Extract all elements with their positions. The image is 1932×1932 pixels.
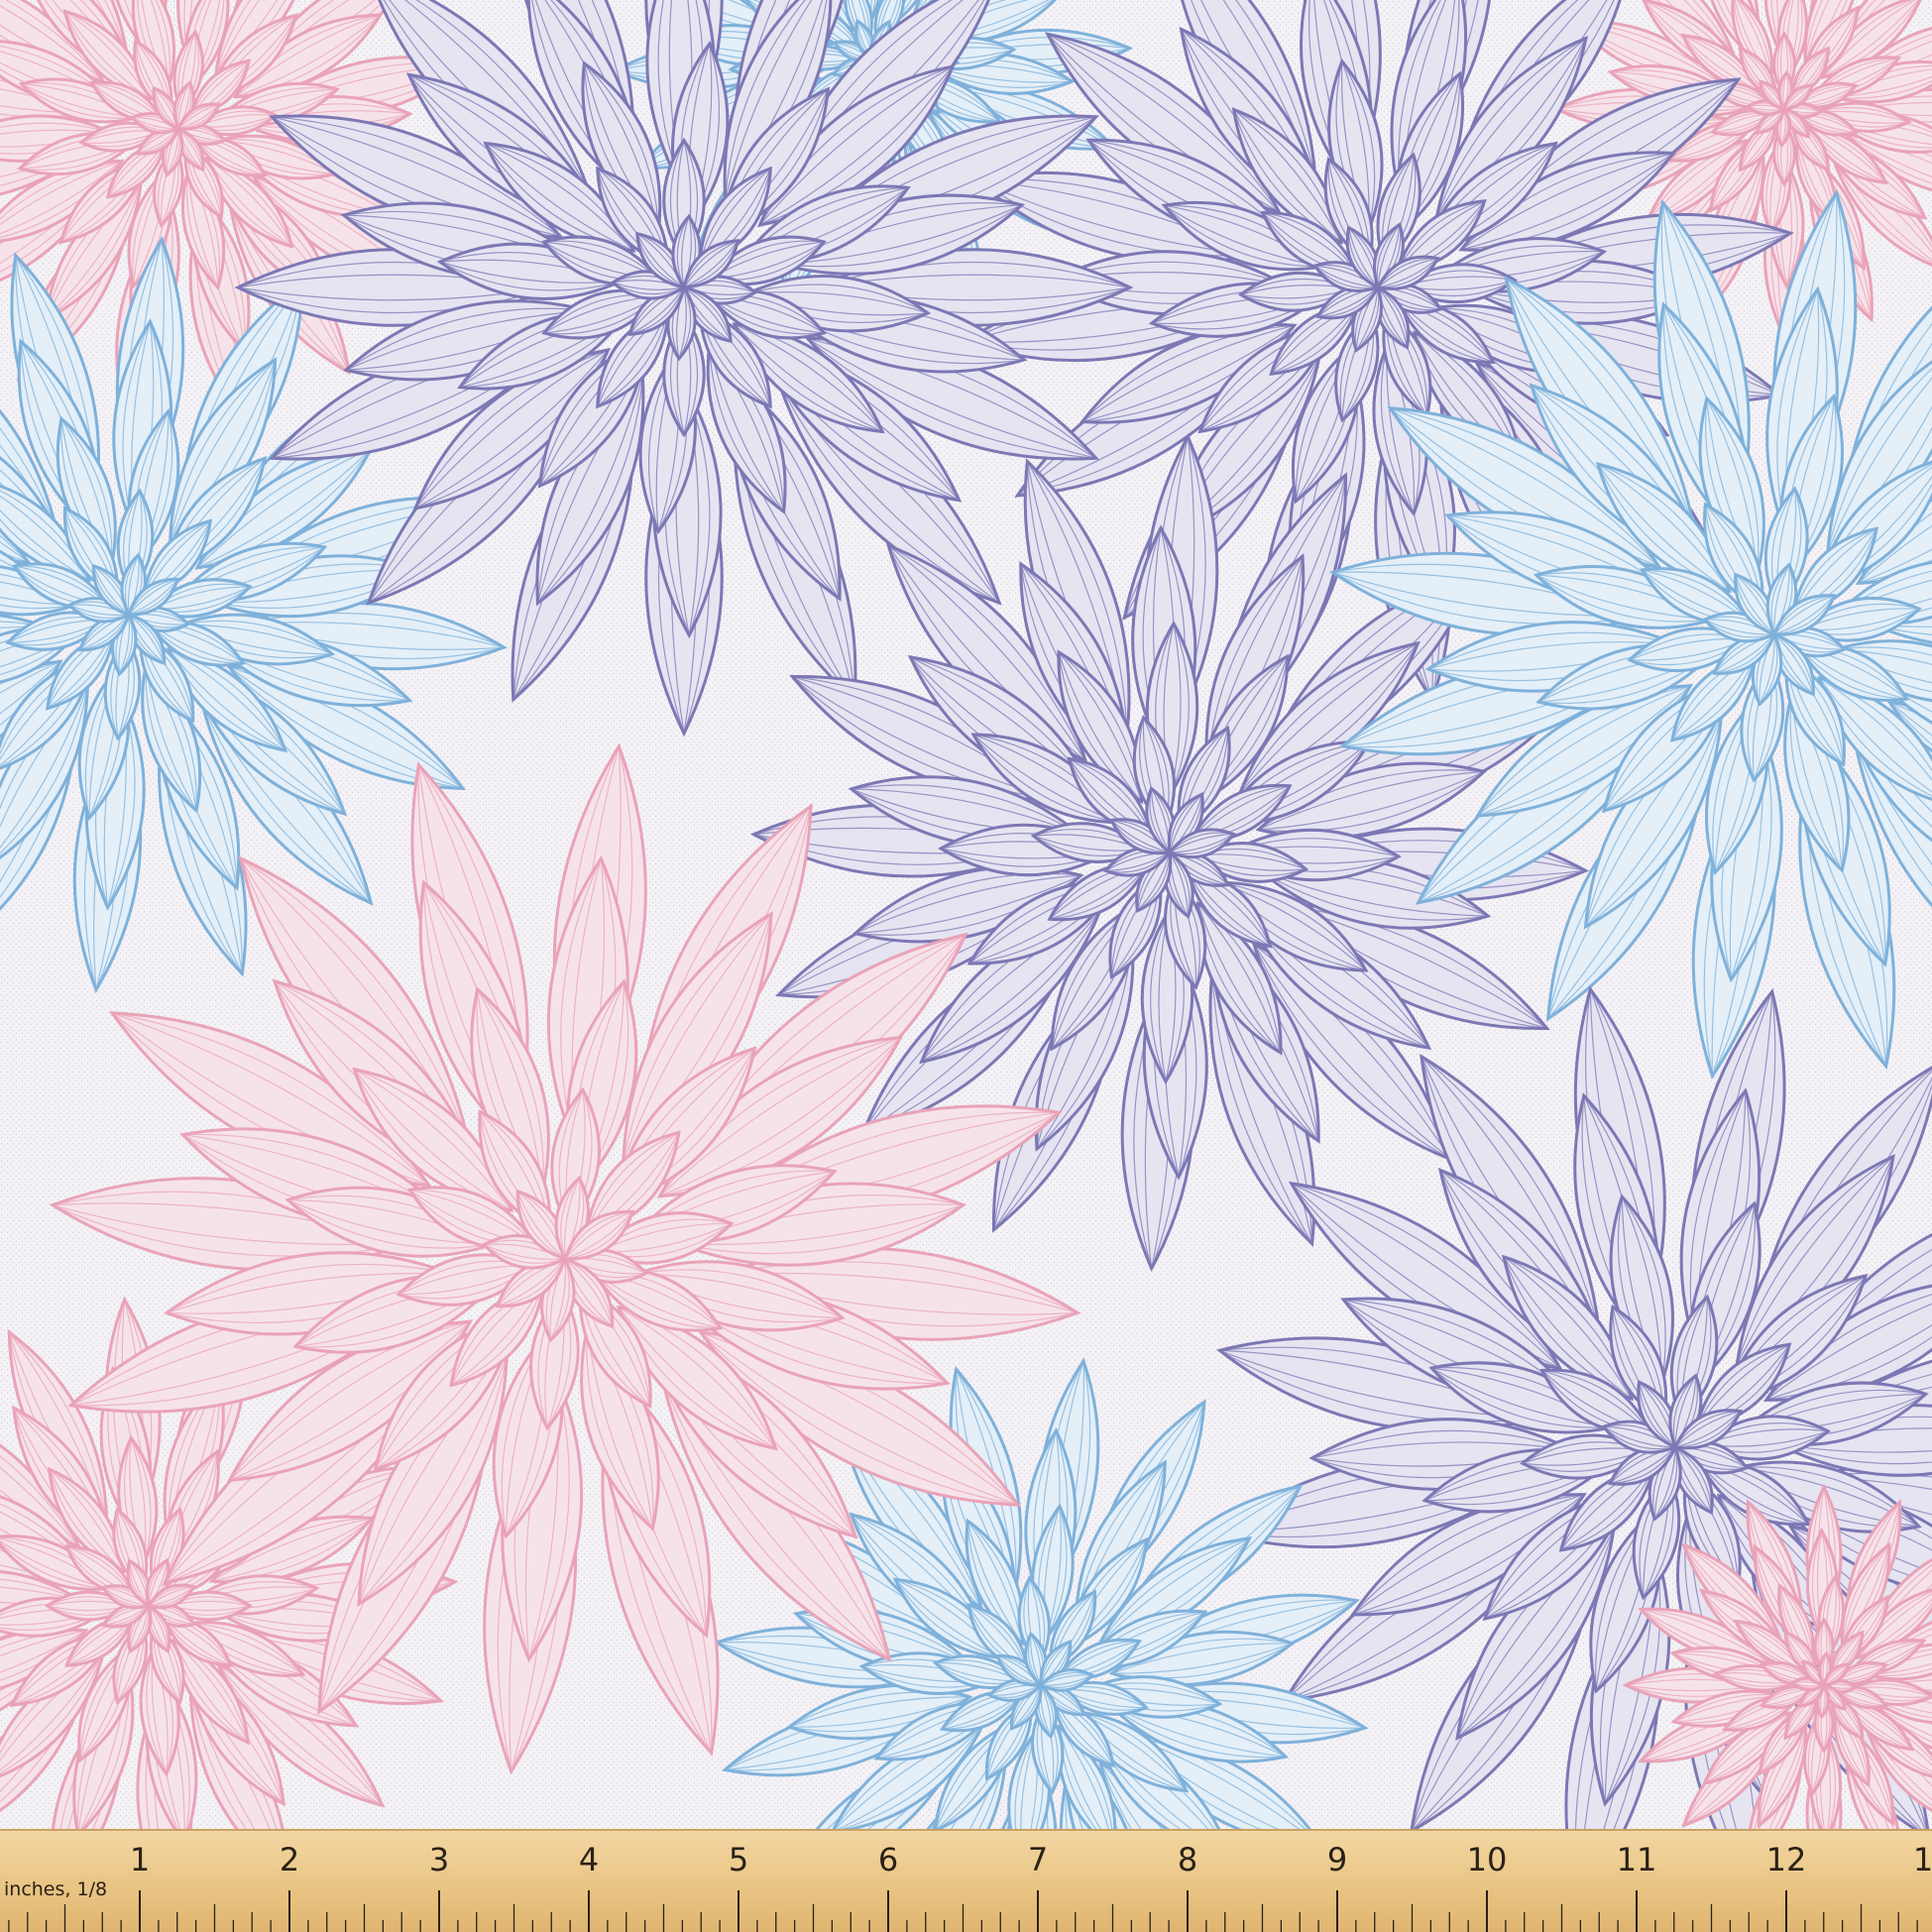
ruler-number-3: 3 [428, 1841, 450, 1878]
ruler-number-10: 10 [1466, 1841, 1508, 1878]
ruler-number-11: 11 [1616, 1841, 1657, 1878]
product-image: 1 2 3 4 5 6 7 8 9 10 11 12 1 inches, 1/8 [0, 0, 1932, 1932]
ruler-number-8: 8 [1177, 1841, 1198, 1878]
ruler-number-1: 1 [129, 1841, 151, 1878]
ruler-number-5: 5 [728, 1841, 749, 1878]
floral-fabric-pattern [0, 0, 1932, 1829]
ruler-number-6: 6 [877, 1841, 899, 1878]
ruler-number-9: 9 [1326, 1841, 1348, 1878]
ruler-number-12: 12 [1765, 1841, 1807, 1878]
measuring-ruler: 1 2 3 4 5 6 7 8 9 10 11 12 1 inches, 1/8 [0, 1829, 1932, 1932]
ruler-number-13: 1 [1912, 1841, 1932, 1878]
ruler-number-2: 2 [279, 1841, 300, 1878]
ruler-number-4: 4 [578, 1841, 600, 1878]
ruler-unit-label: inches, 1/8 [4, 1878, 108, 1900]
ruler-number-7: 7 [1027, 1841, 1049, 1878]
